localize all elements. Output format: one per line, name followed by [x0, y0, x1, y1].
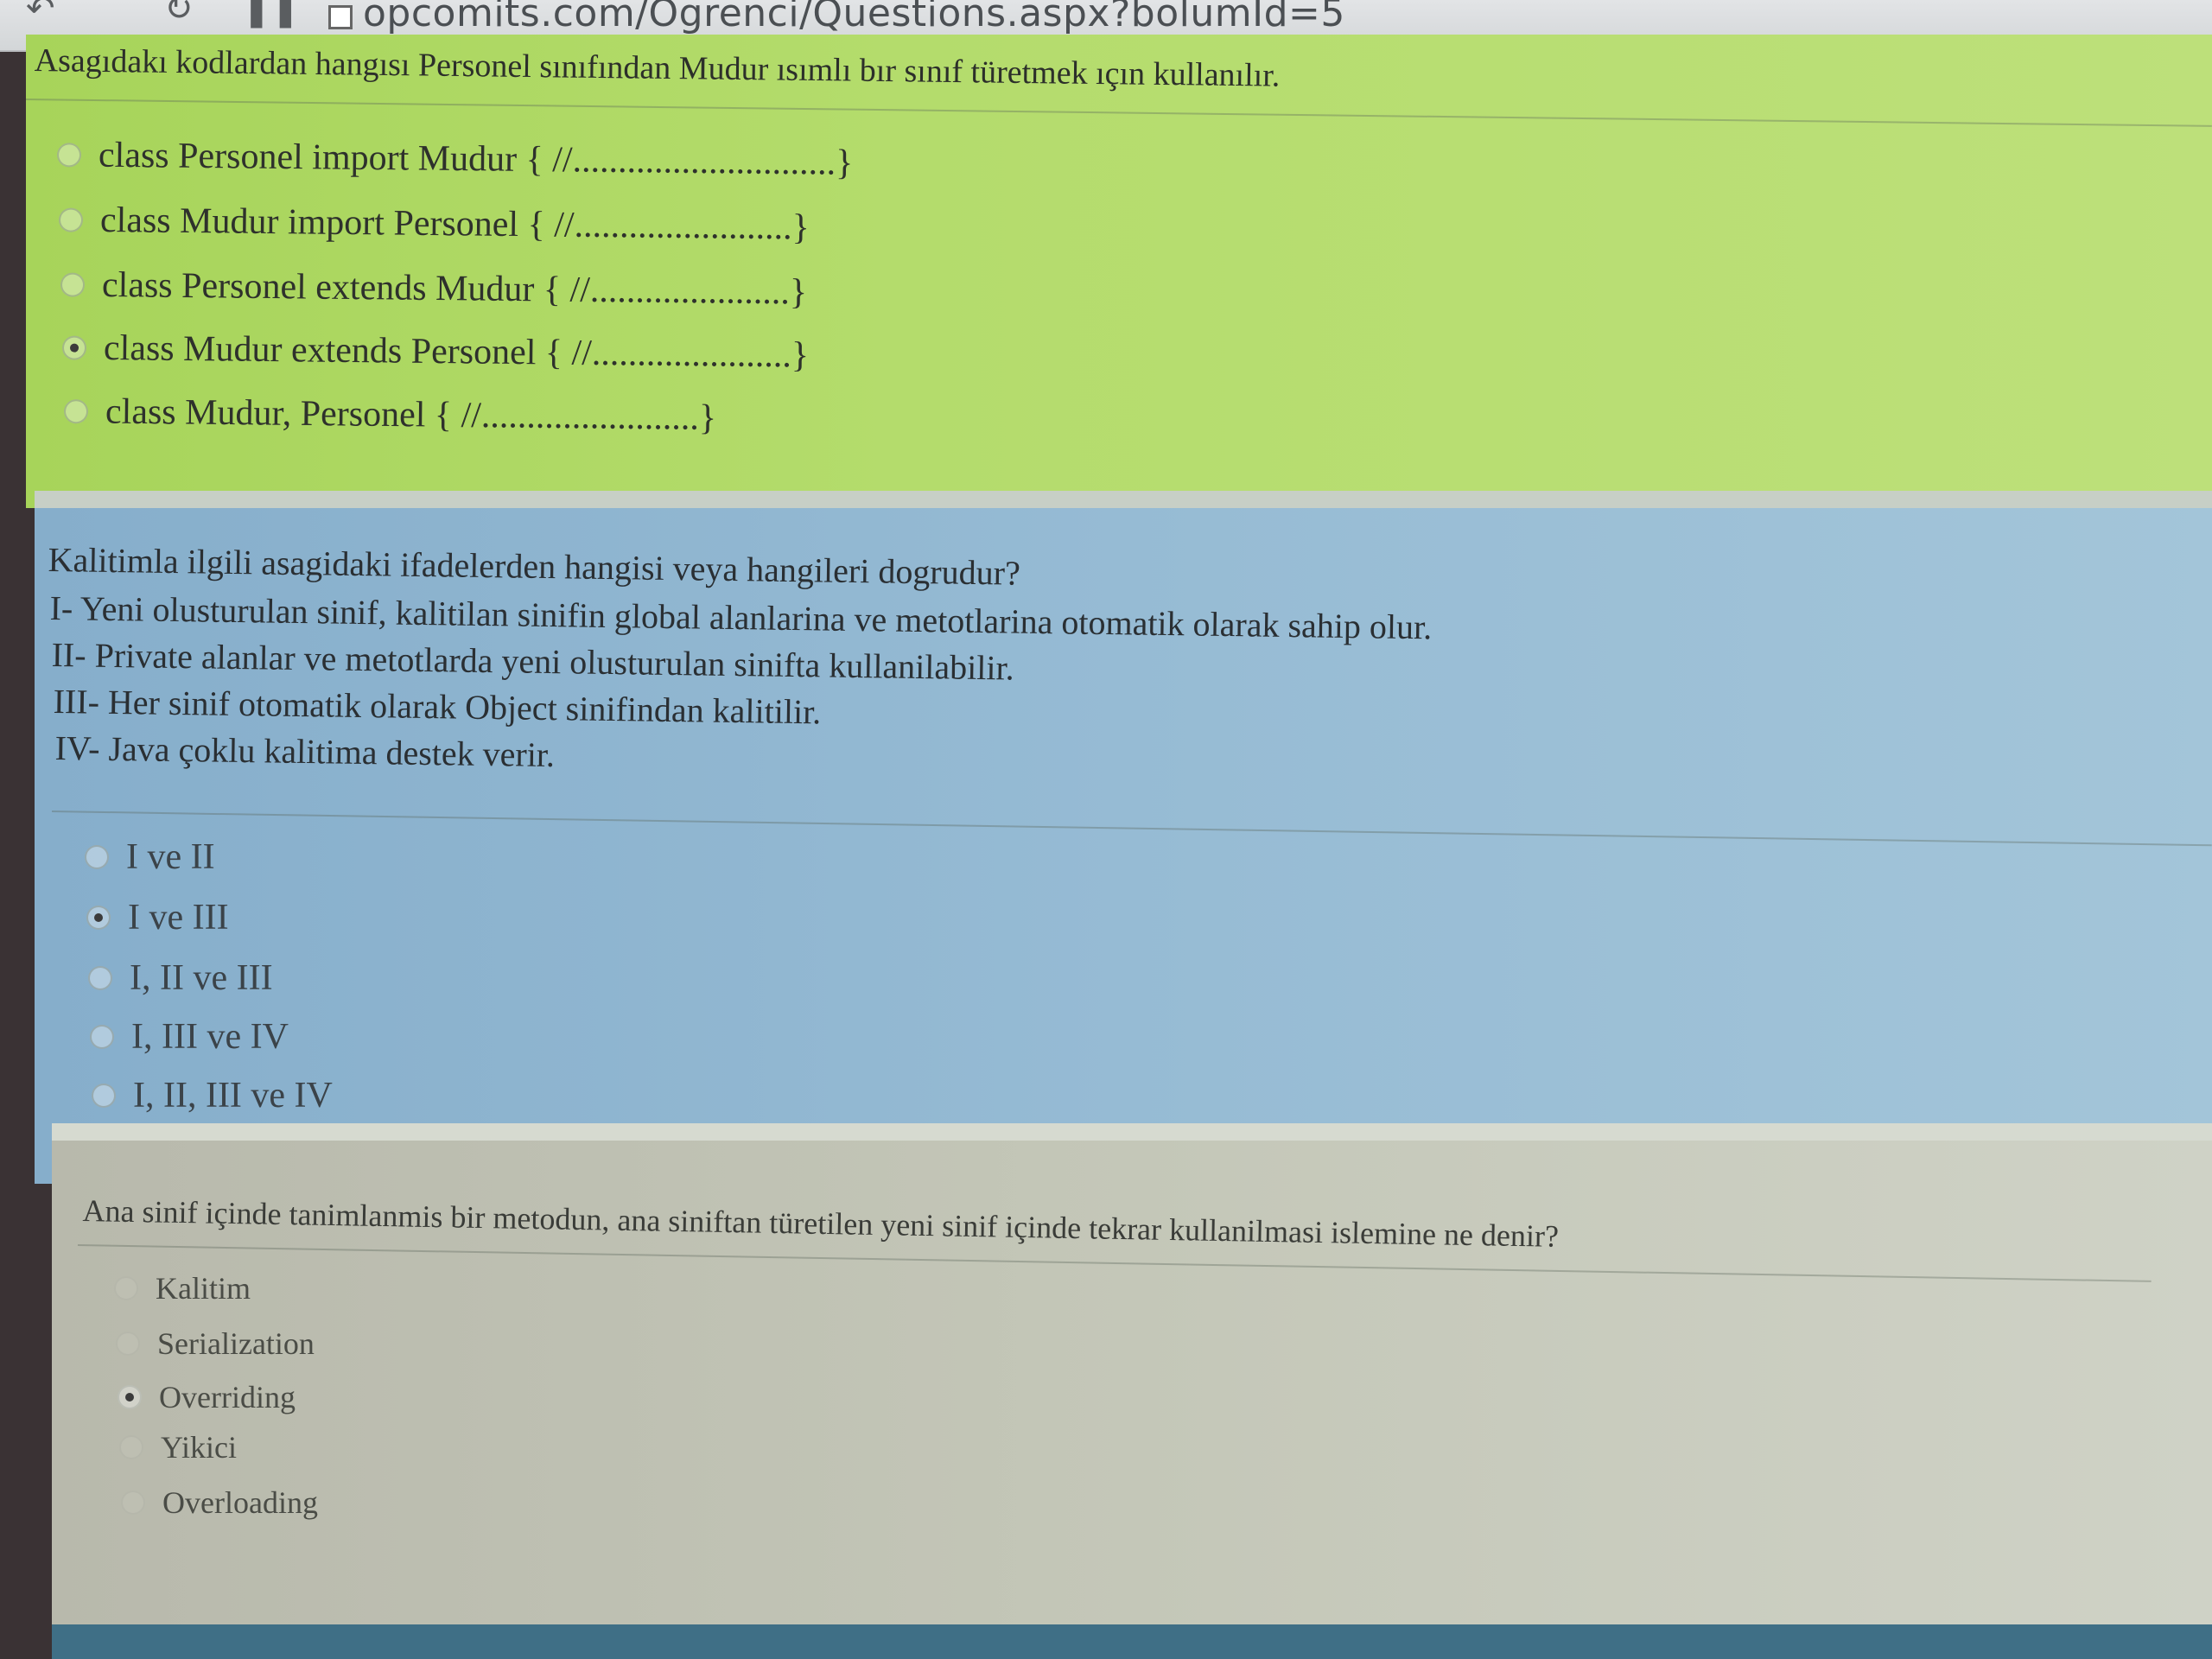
question-2-option-1[interactable]: I ve II	[85, 836, 215, 878]
radio-button[interactable]	[114, 1276, 138, 1300]
question-1-divider	[25, 99, 2212, 127]
radio-button[interactable]	[85, 845, 109, 869]
question-2-option-5[interactable]: I, II, III ve IV	[92, 1075, 333, 1116]
question-3-option-1[interactable]: Kalitim	[114, 1270, 251, 1306]
question-3-option-2[interactable]: Serialization	[116, 1325, 315, 1362]
back-arrow-icon[interactable]: ↶	[26, 0, 60, 26]
radio-button[interactable]	[58, 207, 84, 232]
option-label: I, III ve IV	[131, 1017, 289, 1057]
radio-button-selected[interactable]	[61, 335, 87, 360]
radio-button[interactable]	[119, 1435, 143, 1459]
question-1-option-2[interactable]: class Mudur import Personel { //........…	[58, 199, 810, 248]
option-label: I, II, III ve IV	[133, 1076, 333, 1116]
question-1-option-1[interactable]: class Personel import Mudur { //........…	[56, 134, 854, 184]
question-1-text: Asagıdakı kodlardan hangısı Personel sın…	[34, 41, 1281, 94]
question-1-option-4[interactable]: class Mudur extends Personel { //.......…	[61, 327, 810, 376]
option-label: I, II ve III	[130, 958, 273, 998]
question-3-divider	[77, 1244, 2152, 1282]
radio-button[interactable]	[63, 399, 89, 424]
question-3-option-3[interactable]: Overriding	[118, 1379, 296, 1415]
question-3-option-4[interactable]: Yikici	[119, 1429, 237, 1465]
option-label: Overloading	[162, 1485, 318, 1520]
radio-button[interactable]	[88, 966, 112, 990]
question-2-statement-4: IV- Java çoklu kalitima destek verir.	[54, 728, 556, 775]
radio-button[interactable]	[92, 1084, 116, 1108]
option-label: Serialization	[157, 1326, 315, 1361]
radio-button[interactable]	[60, 272, 86, 297]
question-2-divider	[51, 810, 2212, 847]
pause-icon[interactable]: ❚❚	[242, 0, 300, 26]
option-label: I ve II	[126, 837, 215, 877]
option-label: Yikici	[161, 1430, 237, 1465]
question-2-text: Kalitimla ilgili asagidaki ifadelerden h…	[48, 539, 1021, 593]
question-3-text: Ana sinif içinde tanimlanmis bir metodun…	[82, 1192, 1560, 1254]
question-3-panel: Ana sinif içinde tanimlanmis bir metodun…	[52, 1141, 2212, 1659]
option-label: I ve III	[128, 898, 229, 938]
page-icon	[328, 5, 353, 29]
screen: ↶ ↻ ❚❚ opcomits.com/Ogrenci/Questions.as…	[0, 0, 2212, 1659]
radio-button[interactable]	[116, 1332, 140, 1356]
url-field[interactable]: opcomits.com/Ogrenci/Questions.aspx?bolu…	[363, 0, 1345, 35]
option-label: class Mudur import Personel { //........…	[99, 200, 810, 248]
radio-button[interactable]	[121, 1491, 145, 1515]
question-2-option-3[interactable]: I, II ve III	[88, 957, 273, 999]
question-2-option-4[interactable]: I, III ve IV	[90, 1016, 289, 1058]
option-label: class Mudur extends Personel { //.......…	[103, 327, 810, 376]
question-2-statement-3: III- Her sinif otomatik olarak Object si…	[53, 681, 822, 732]
radio-button-selected[interactable]	[118, 1385, 142, 1409]
radio-button[interactable]	[56, 143, 82, 168]
question-1-option-3[interactable]: class Personel extends Mudur { //.......…	[60, 264, 808, 313]
option-label: class Personel extends Mudur { //.......…	[101, 264, 808, 313]
question-2-panel: Kalitimla ilgili asagidaki ifadelerden h…	[35, 508, 2212, 1184]
question-1-option-5[interactable]: class Mudur, Personel { //..............…	[63, 391, 717, 439]
question-2-option-2[interactable]: I ve III	[86, 897, 229, 938]
option-label: Overriding	[159, 1380, 296, 1414]
reload-icon[interactable]: ↻	[164, 0, 199, 26]
option-label: class Personel import Mudur { //........…	[98, 135, 854, 183]
question-1-panel: Asagıdakı kodlardan hangısı Personel sın…	[25, 35, 2212, 508]
option-label: Kalitim	[156, 1271, 251, 1306]
bottom-strip	[52, 1624, 2212, 1659]
option-label: class Mudur, Personel { //..............…	[105, 391, 717, 438]
question-2-statement-2: II- Private alanlar ve metotlarda yeni o…	[51, 634, 1014, 688]
question-3-option-5[interactable]: Overloading	[121, 1484, 318, 1521]
radio-button-selected[interactable]	[86, 906, 111, 930]
radio-button[interactable]	[90, 1025, 114, 1049]
